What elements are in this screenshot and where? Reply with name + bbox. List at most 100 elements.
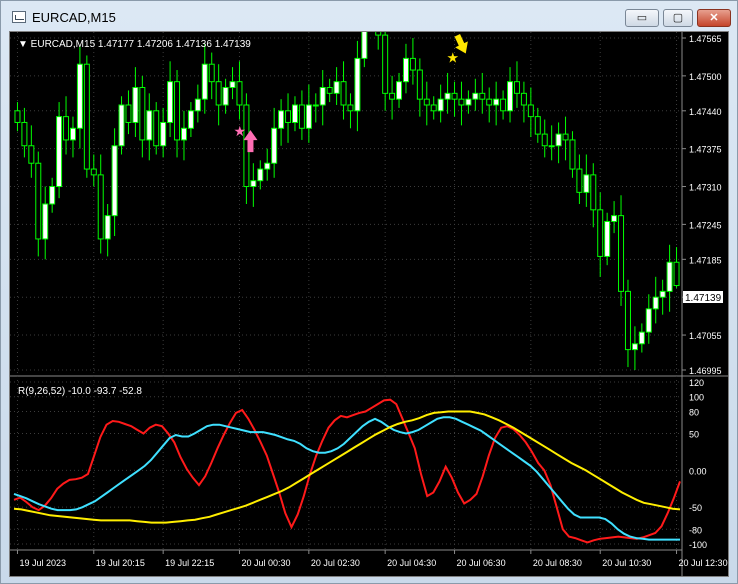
candle-body bbox=[229, 81, 236, 89]
ytick-label: 1.47185 bbox=[689, 255, 722, 265]
candle-body bbox=[97, 174, 104, 240]
xtick-label: 19 Jul 2023 bbox=[19, 558, 66, 568]
candle-body bbox=[174, 81, 181, 141]
candle-body bbox=[104, 215, 111, 240]
ytick-label: 1.47375 bbox=[689, 145, 722, 155]
candle-body bbox=[666, 261, 673, 292]
xtick-label: 20 Jul 04:30 bbox=[387, 558, 436, 568]
candle-body bbox=[69, 127, 76, 141]
candle-body bbox=[611, 215, 618, 222]
minimize-button[interactable]: ▭ bbox=[625, 9, 659, 27]
candle-body bbox=[139, 87, 146, 141]
candle-body bbox=[132, 87, 139, 123]
price-chart-svg[interactable]: ★ ★ 19 Jul 2023 19 Jul 20:15 19 Jul 22:15 20… bbox=[10, 0, 728, 576]
candle-body bbox=[326, 87, 333, 94]
candle-body bbox=[264, 162, 271, 170]
window-title: EURCAD,M15 bbox=[32, 10, 116, 25]
candle-body bbox=[333, 81, 340, 94]
maximize-button[interactable]: ▢ bbox=[663, 9, 693, 27]
ytick-label: 1.47565 bbox=[689, 34, 722, 44]
title-bar[interactable]: EURCAD,M15 ▭ ▢ ✕ bbox=[1, 1, 737, 31]
close-button[interactable]: ✕ bbox=[697, 9, 731, 27]
chart-window-icon[interactable] bbox=[12, 11, 26, 23]
candle-body bbox=[298, 104, 305, 129]
xtick-label: 20 Jul 12:30 bbox=[679, 558, 728, 568]
candle-body bbox=[340, 81, 347, 106]
candle[interactable] bbox=[83, 55, 90, 178]
candle-body bbox=[375, 0, 382, 36]
candle-body bbox=[513, 81, 520, 94]
xtick-label: 20 Jul 06:30 bbox=[457, 558, 506, 568]
candle-body bbox=[597, 209, 604, 257]
candle-body bbox=[257, 168, 264, 182]
candle[interactable] bbox=[118, 96, 125, 155]
candle-body bbox=[201, 63, 208, 100]
candle-body bbox=[271, 127, 278, 164]
candle-body bbox=[312, 104, 319, 107]
chart-window: EURCAD,M15 ▭ ▢ ✕ ★ ★ 19 Jul 2023 19 Jul 20… bbox=[0, 0, 738, 584]
ind-ytick-label: 50 bbox=[689, 430, 699, 440]
chart-area[interactable]: ★ ★ 19 Jul 2023 19 Jul 20:15 19 Jul 22:15 20… bbox=[9, 0, 729, 577]
candle-body bbox=[194, 98, 201, 112]
candle-body bbox=[76, 63, 83, 129]
candle-body bbox=[652, 296, 659, 310]
candle-body bbox=[631, 343, 638, 351]
candle-body bbox=[35, 162, 42, 240]
candle-body bbox=[236, 81, 243, 106]
ind-ytick-label: -50 bbox=[689, 503, 702, 513]
candle[interactable] bbox=[56, 102, 63, 199]
candle-body bbox=[278, 110, 285, 129]
candle-body bbox=[583, 174, 590, 193]
candle-body bbox=[486, 98, 493, 106]
candle-body bbox=[479, 92, 486, 100]
candle-body bbox=[389, 92, 396, 100]
candle-body bbox=[354, 57, 361, 112]
candle-body bbox=[437, 98, 444, 112]
candle-body bbox=[42, 203, 49, 240]
candle-body bbox=[215, 81, 222, 106]
ind-ytick-label: 120 bbox=[689, 378, 704, 388]
chart-background bbox=[10, 32, 728, 576]
ytick-label: 1.47245 bbox=[689, 220, 722, 230]
candle-body bbox=[14, 110, 21, 123]
xtick-label: 20 Jul 02:30 bbox=[311, 558, 360, 568]
candle-body bbox=[548, 145, 555, 148]
candle-body bbox=[319, 87, 326, 106]
candle-body bbox=[423, 98, 430, 106]
candle-body bbox=[56, 116, 63, 188]
ind-ytick-label: -80 bbox=[689, 525, 702, 535]
candle-body bbox=[451, 92, 458, 100]
ind-ytick-label: 100 bbox=[689, 393, 704, 403]
ytick-label: 1.47310 bbox=[689, 183, 722, 193]
xtick-label: 19 Jul 22:15 bbox=[165, 558, 214, 568]
sell-star-icon: ★ bbox=[447, 49, 460, 65]
candle-body bbox=[645, 308, 652, 333]
candle-body bbox=[604, 220, 611, 257]
candle-body bbox=[527, 104, 534, 118]
xtick-label: 19 Jul 20:15 bbox=[96, 558, 145, 568]
ind-ytick-label: 80 bbox=[689, 407, 699, 417]
candle-body bbox=[590, 174, 597, 211]
xtick-label: 20 Jul 10:30 bbox=[602, 558, 651, 568]
ytick-label: 1.47500 bbox=[689, 72, 722, 82]
candle-body bbox=[472, 92, 479, 100]
candle-body bbox=[90, 168, 97, 176]
candle-body bbox=[624, 290, 631, 351]
candle-body bbox=[673, 261, 680, 287]
candle-body bbox=[180, 127, 187, 141]
ytick-label: 1.47440 bbox=[689, 107, 722, 117]
candle-body bbox=[534, 116, 541, 135]
candle-body bbox=[63, 116, 70, 141]
main-chart-header: ▼ EURCAD,M15 1.47177 1.47206 1.47136 1.4… bbox=[18, 39, 251, 50]
candle-body bbox=[208, 63, 215, 83]
xtick-label: 20 Jul 00:30 bbox=[241, 558, 290, 568]
candle-body bbox=[555, 133, 562, 147]
candle-body bbox=[430, 104, 437, 112]
candle-body bbox=[347, 104, 354, 112]
candle-body bbox=[416, 69, 423, 100]
candle-body bbox=[569, 139, 576, 170]
candle-body bbox=[125, 104, 132, 123]
candle-body bbox=[520, 92, 527, 106]
ind-ytick-label: 0.00 bbox=[689, 466, 707, 476]
candle-body bbox=[444, 92, 451, 100]
